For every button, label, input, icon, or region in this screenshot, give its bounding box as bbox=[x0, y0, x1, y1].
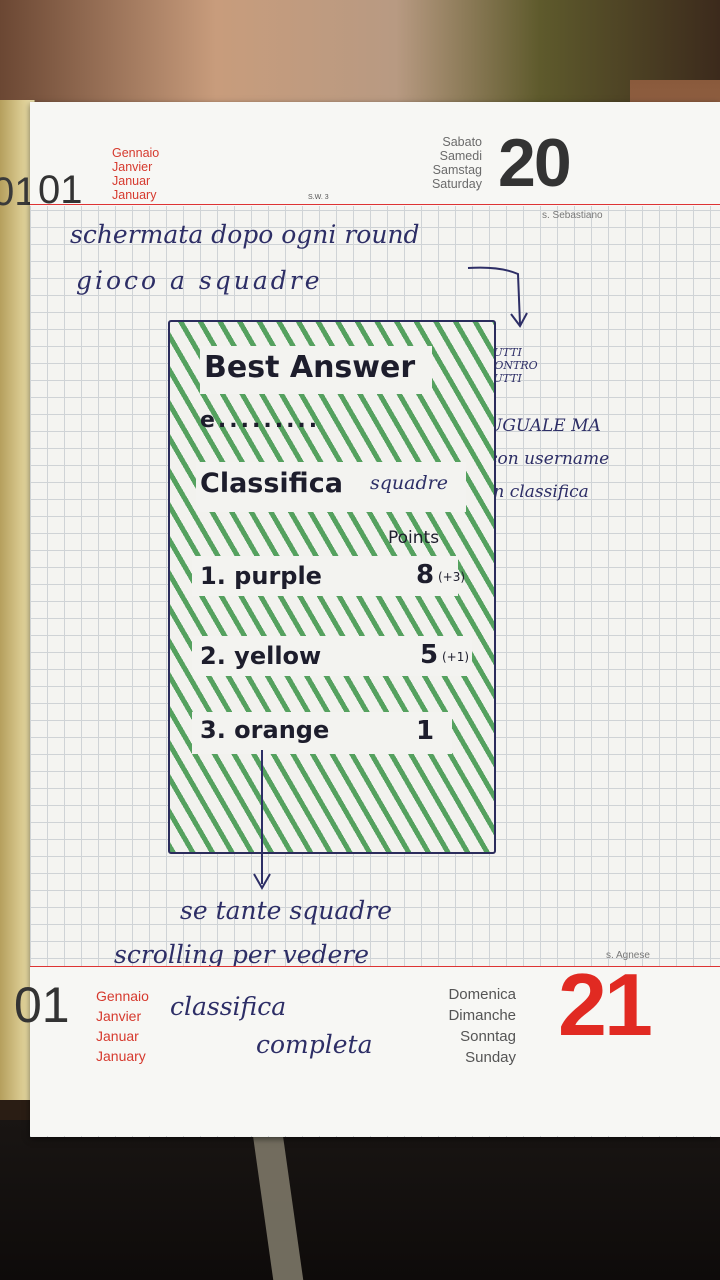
calendar-page: 01 Gennaio Janvier Januar January S.W. 3… bbox=[14, 102, 720, 1137]
weekday-names-bottom: Domenica Dimanche Sonntag Sunday bbox=[416, 984, 516, 1068]
month-fr-bottom: Janvier bbox=[96, 1008, 142, 1024]
weekday-de-bottom: Sonntag bbox=[460, 1028, 516, 1045]
month-en-bottom: January bbox=[96, 1048, 146, 1064]
weekday-it-bottom: Domenica bbox=[448, 986, 516, 1003]
month-de-bottom: Januar bbox=[96, 1028, 139, 1044]
month-number-bottom: 01 bbox=[14, 977, 70, 1033]
note-bottom-3: classifica bbox=[170, 992, 287, 1021]
weekday-en-bottom: Sunday bbox=[465, 1049, 516, 1066]
note-bottom-2: scrolling per vedere bbox=[114, 940, 370, 969]
month-names-bottom: Gennaio Janvier Januar January bbox=[96, 986, 149, 1066]
day-number-bottom: 21 bbox=[558, 955, 653, 1054]
note-bottom-1: se tante squadre bbox=[180, 896, 392, 925]
month-it-bottom: Gennaio bbox=[96, 988, 149, 1004]
weekday-fr-bottom: Dimanche bbox=[448, 1007, 516, 1024]
background-bottom bbox=[0, 1120, 720, 1280]
note-bottom-4: completa bbox=[256, 1030, 373, 1059]
